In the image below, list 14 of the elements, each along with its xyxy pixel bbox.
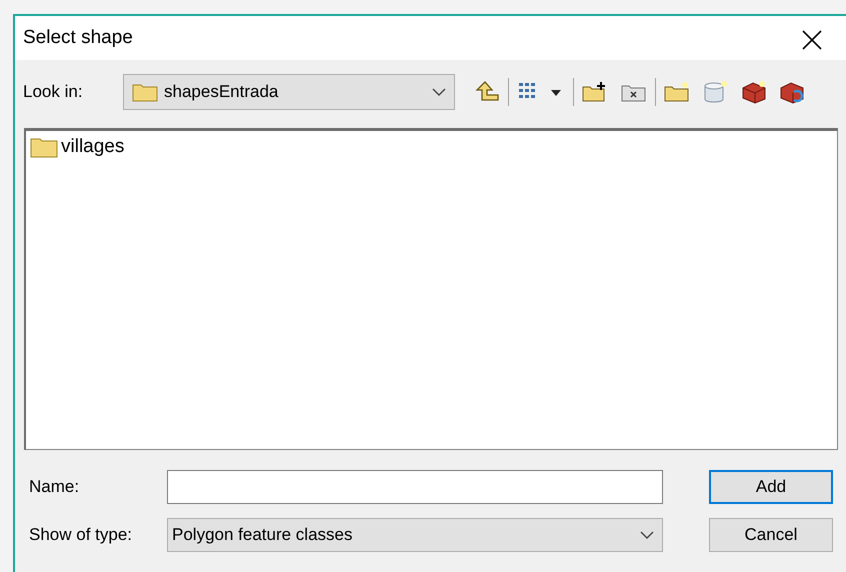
caret-icon: [640, 530, 654, 540]
name-field[interactable]: [167, 470, 663, 504]
window-title: Select shape: [23, 26, 133, 50]
type-dropdown[interactable]: Polygon feature classes: [167, 518, 663, 552]
add-button[interactable]: Add: [709, 470, 833, 504]
folder-icon: [132, 82, 158, 102]
cancel-button[interactable]: Cancel: [709, 518, 833, 552]
folder-icon: [30, 136, 58, 158]
caret-icon: [432, 87, 446, 97]
look-in-label: Look in:: [23, 81, 84, 104]
type-label: Show of type:: [29, 524, 134, 546]
look-in-dropdown[interactable]: shapesEntrada: [123, 74, 455, 110]
name-label: Name:: [29, 476, 80, 498]
list-item[interactable]: villages: [28, 133, 126, 162]
